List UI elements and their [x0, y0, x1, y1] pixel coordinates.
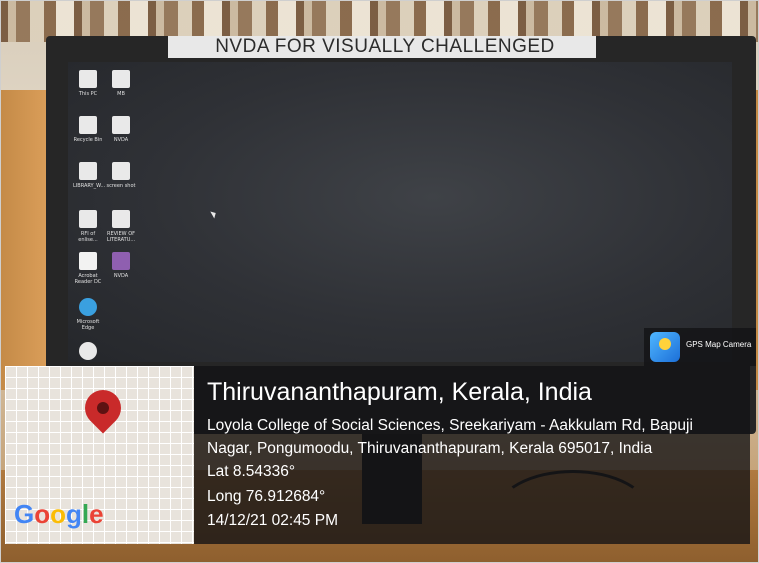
- desktop-icon-review[interactable]: REVIEW OF LITERATU...: [106, 210, 136, 243]
- desktop-icon-acrobat[interactable]: Acrobat Reader DC: [73, 252, 103, 285]
- desktop-icon-label: Acrobat Reader DC: [74, 273, 102, 285]
- desktop-icon-label: NVDA: [113, 273, 129, 279]
- datetime-value: 14/12/21 02:45 PM: [207, 512, 338, 529]
- gps-map-camera-icon: [650, 332, 680, 362]
- desktop-icon-screen-shot[interactable]: screen shot: [106, 162, 136, 189]
- desktop-icon-label: LIBRARY_W...: [73, 183, 106, 189]
- recycle-bin-icon: [79, 116, 97, 134]
- computer-icon: [79, 70, 97, 88]
- latitude-value: Lat 8.54336°: [207, 463, 296, 480]
- desktop-icon-rfi[interactable]: RFI of enlise...: [73, 210, 103, 243]
- document-icon: [79, 210, 97, 228]
- map-pin-center: [97, 402, 109, 414]
- desktop-icon-recycle-bin[interactable]: Recycle Bin: [73, 116, 103, 143]
- nvda-icon: [112, 252, 130, 270]
- desktop-icon-label: REVIEW OF LITERATU...: [106, 231, 136, 243]
- monitor-label-text: NVDA FOR VISUALLY CHALLENGED: [215, 36, 555, 57]
- desktop-icon-label: MB: [117, 91, 125, 97]
- longitude-value: Long 76.912684°: [207, 488, 326, 505]
- file-icon: [112, 116, 130, 134]
- app-badge-label: GPS Map Camera: [686, 340, 752, 349]
- address-block: Loyola College of Social Sciences, Sreek…: [207, 414, 752, 460]
- desktop-icon-chat[interactable]: [73, 342, 103, 360]
- address-line-2: Nagar, Pongumoodu, Thiruvananthapuram, K…: [207, 440, 653, 457]
- edge-icon: [79, 298, 97, 316]
- logo-letter: g: [66, 499, 82, 529]
- desktop-icon-library[interactable]: LIBRARY_W...: [73, 162, 106, 189]
- desktop-icon-mb[interactable]: MB: [106, 70, 136, 97]
- desktop-icon-label: NVDA: [113, 137, 129, 143]
- google-logo: Google: [14, 499, 104, 529]
- document-icon: [79, 162, 97, 180]
- desktop-icon-nvda-app[interactable]: NVDA: [106, 252, 136, 279]
- logo-letter: e: [89, 499, 104, 529]
- desktop-icon-label: Microsoft Edge: [76, 319, 100, 331]
- address-line-1: Loyola College of Social Sciences, Sreek…: [207, 417, 693, 434]
- monitor-screen: [68, 62, 732, 362]
- chat-bubble-icon: [79, 342, 97, 360]
- logo-letter: G: [14, 499, 35, 529]
- file-icon: [112, 210, 130, 228]
- desktop-icon-label: This PC: [78, 91, 98, 97]
- logo-letter: o: [34, 499, 51, 529]
- location-title: Thiruvananthapuram, Kerala, India: [207, 378, 592, 406]
- acrobat-icon: [79, 252, 97, 270]
- desktop-icon-this-pc[interactable]: This PC: [73, 70, 103, 97]
- file-icon: [112, 162, 130, 180]
- desktop-icon-label: Recycle Bin: [73, 137, 103, 143]
- desktop-icon-edge[interactable]: Microsoft Edge: [73, 298, 103, 331]
- desktop-icon-label: RFI of enlise...: [78, 231, 98, 243]
- desktop-icon-nvda-folder[interactable]: NVDA: [106, 116, 136, 143]
- file-icon: [112, 70, 130, 88]
- desktop-icon-label: screen shot: [106, 183, 136, 189]
- logo-letter: o: [50, 499, 67, 529]
